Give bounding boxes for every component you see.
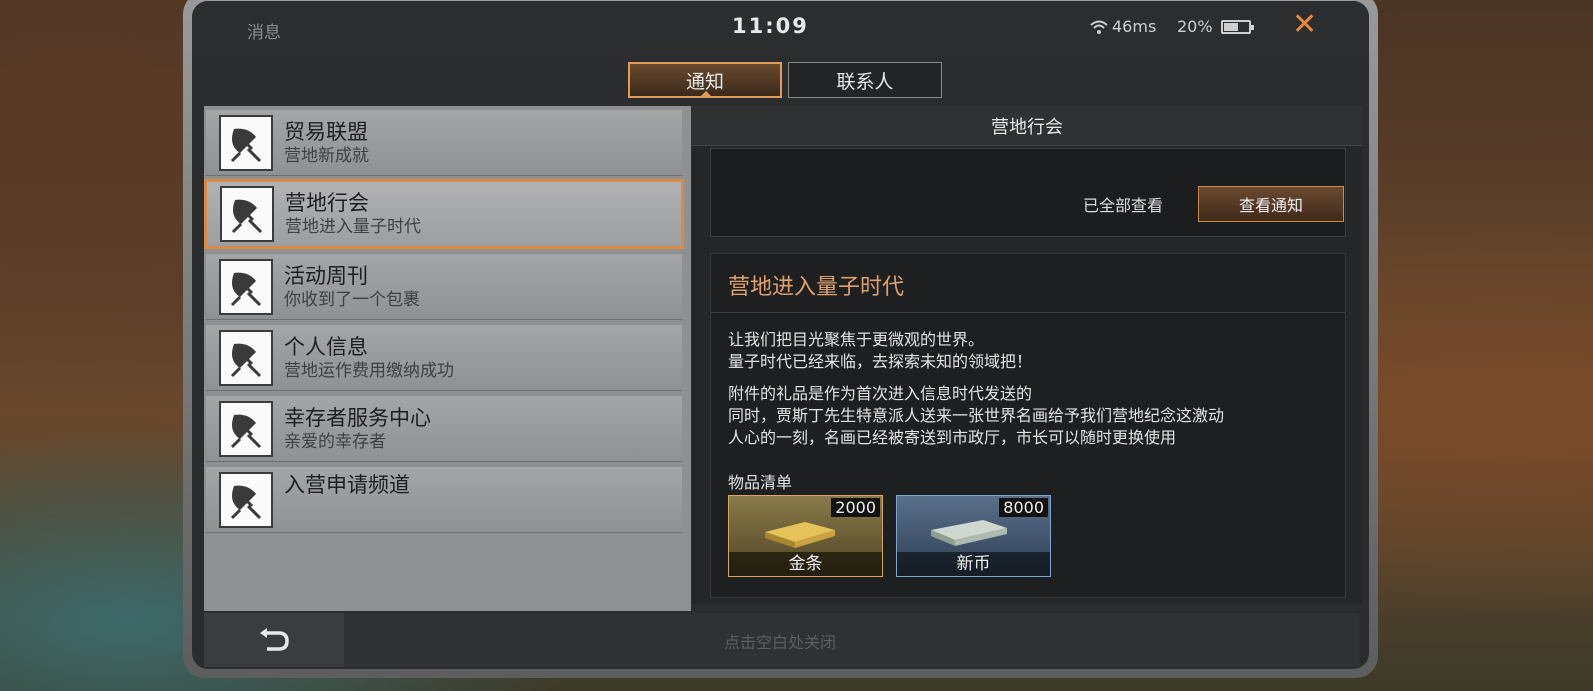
item-quantity: 8000 — [999, 498, 1048, 517]
body-line: 附件的礼品是作为首次进入信息时代发送的 — [728, 384, 1033, 403]
message-title: 营地进入量子时代 — [728, 275, 905, 300]
gold-bar-icon — [765, 522, 835, 548]
bottom-bar: 点击空白处关闭 — [204, 613, 1359, 667]
body-line: 量子时代已经来临，去探索未知的领域把！ — [728, 352, 1033, 371]
wifi-icon — [1090, 20, 1108, 34]
attachment-new-coin[interactable]: 8000 新币 — [896, 495, 1051, 577]
body-line: 让我们把目光聚焦于更微观的世界。 — [728, 330, 985, 349]
list-item[interactable]: 贸易联盟 营地新成就 — [206, 110, 682, 176]
screen-title: 消息 — [247, 23, 281, 43]
tab-notifications[interactable]: 通知 — [628, 62, 782, 98]
cash-stack-icon — [931, 520, 1007, 546]
message-screen: 消息 11:09 46ms 20% ✕ 通知 联系人 贸易联盟 营地新成就 营地行… — [192, 1, 1369, 669]
back-button[interactable] — [204, 613, 344, 667]
list-item[interactable]: 入营申请频道 — [206, 467, 682, 533]
attachment-gold-bar[interactable]: 2000 金条 — [728, 495, 883, 577]
body-line: 人心的一刻，名画已经被寄送到市政厅，市长可以随时更换使用 — [728, 428, 1177, 447]
tab-contacts[interactable]: 联系人 — [788, 62, 942, 98]
status-bar: 消息 11:09 46ms 20% ✕ — [192, 1, 1369, 53]
satellite-dish-icon — [219, 400, 273, 457]
tap-to-close-hint[interactable]: 点击空白处关闭 — [724, 629, 836, 653]
satellite-dish-icon — [219, 329, 273, 386]
detail-header: 营地行会 — [692, 106, 1362, 146]
view-notification-button[interactable]: 查看通知 — [1198, 186, 1344, 222]
item-name: 新币 — [897, 552, 1050, 576]
list-item-selected[interactable]: 营地行会 营地进入量子时代 — [204, 179, 684, 249]
battery-icon — [1220, 19, 1254, 34]
channel-list: 贸易联盟 营地新成就 营地行会 营地进入量子时代 活动周刊 你收到了一个包裹 个人信息… — [204, 106, 691, 611]
channel-name: 活动周刊 — [284, 263, 368, 288]
satellite-dish-icon — [219, 258, 273, 315]
channel-name: 贸易联盟 — [284, 119, 368, 144]
item-quantity: 2000 — [831, 498, 880, 517]
satellite-dish-icon — [220, 186, 274, 242]
item-name: 金条 — [729, 552, 882, 576]
all-read-label: 已全部查看 — [1083, 196, 1164, 215]
back-arrow-icon — [260, 628, 289, 651]
list-item[interactable]: 幸存者服务中心 亲爱的幸存者 — [206, 396, 682, 462]
tab-bar: 通知 联系人 — [628, 62, 942, 98]
device-frame: 消息 11:09 46ms 20% ✕ 通知 联系人 贸易联盟 营地新成就 营地行… — [183, 0, 1378, 678]
body-line: 同时，贾斯丁先生特意派人送来一张世界名画给予我们营地纪念这激动 — [728, 406, 1225, 425]
divider — [711, 312, 1345, 313]
message-detail-panel: 营地行会 已全部查看 查看通知 营地进入量子时代 让我们把目光聚焦于更微观的世界… — [692, 106, 1362, 604]
battery-percent: 20% — [1177, 17, 1213, 36]
channel-name: 个人信息 — [284, 334, 368, 359]
channel-subtitle: 你收到了一个包裹 — [284, 289, 420, 310]
attachment-list: 2000 金条 8000 新币 — [728, 495, 1051, 577]
close-icon[interactable]: ✕ — [1292, 7, 1317, 42]
channel-name: 幸存者服务中心 — [284, 405, 431, 430]
battery-status: 20% — [1177, 17, 1254, 36]
channel-subtitle: 营地新成就 — [284, 145, 369, 166]
channel-subtitle: 亲爱的幸存者 — [284, 431, 386, 452]
satellite-dish-icon — [219, 472, 273, 528]
channel-subtitle: 营地运作费用缴纳成功 — [284, 360, 454, 381]
ping-value: 46ms — [1112, 17, 1157, 36]
previous-message-card: 已全部查看 查看通知 — [710, 148, 1346, 237]
item-list-label: 物品清单 — [728, 473, 793, 492]
tab-label: 通知 — [685, 70, 724, 93]
network-status: 46ms — [1089, 17, 1156, 36]
message-body: 让我们把目光聚焦于更微观的世界。量子时代已经来临，去探索未知的领域把！ 附件的礼… — [728, 329, 1224, 459]
list-item[interactable]: 活动周刊 你收到了一个包裹 — [206, 254, 682, 320]
channel-name: 营地行会 — [285, 191, 369, 215]
list-item[interactable]: 个人信息 营地运作费用缴纳成功 — [206, 325, 682, 391]
channel-name: 入营申请频道 — [284, 473, 410, 497]
satellite-dish-icon — [219, 114, 273, 171]
clock: 11:09 — [732, 14, 809, 38]
channel-subtitle: 营地进入量子时代 — [285, 217, 421, 237]
message-card: 营地进入量子时代 让我们把目光聚焦于更微观的世界。量子时代已经来临，去探索未知的… — [710, 253, 1346, 598]
tab-label: 联系人 — [836, 70, 894, 93]
